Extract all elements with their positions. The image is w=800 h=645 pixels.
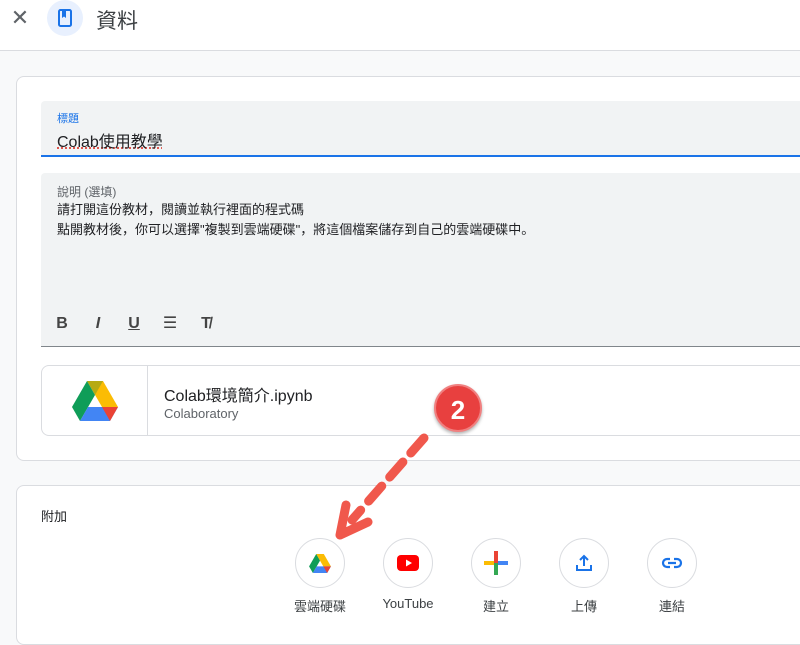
drive-icon [309, 553, 331, 573]
material-icon [47, 0, 83, 36]
youtube-button[interactable]: YouTube [373, 538, 443, 611]
create-button-label: 建立 [482, 599, 509, 614]
title-field[interactable]: 標題 Colab使用教學 [41, 101, 800, 157]
attach-label: 附加 [41, 509, 68, 524]
attachment-name[interactable]: Colab環境簡介.ipynb [164, 382, 313, 406]
clear-format-button[interactable]: T̸ [195, 313, 217, 335]
close-icon[interactable]: ✕ [8, 6, 32, 30]
upload-icon [576, 554, 592, 571]
link-button-label: 連結 [658, 599, 685, 614]
description-field[interactable]: 說明 (選填) 請打開這份教材，閱讀並執行裡面的程式碼 點開教材後，你可以選擇"… [41, 173, 800, 347]
description-line: 點開教材後，你可以選擇"複製到雲端硬碟"，將這個檔案儲存到自己的雲端硬碟中。 [57, 222, 535, 237]
header: ✕ 資料 [0, 0, 800, 51]
youtube-icon [397, 555, 419, 571]
italic-button[interactable]: I [87, 313, 109, 335]
description-line: 請打開這份教材，閱讀並執行裡面的程式碼 [57, 202, 305, 217]
title-value[interactable]: Colab使用教學 [57, 128, 163, 152]
upload-button-label: 上傳 [570, 599, 597, 614]
drive-button-label: 雲端硬碟 [293, 599, 346, 614]
upload-button[interactable]: 上傳 [549, 538, 619, 615]
bold-button[interactable]: B [51, 313, 73, 335]
attachment-type: Colaboratory [164, 406, 239, 421]
details-card: 標題 Colab使用教學 說明 (選填) 請打開這份教材，閱讀並執行裡面的程式碼… [16, 76, 800, 461]
create-button[interactable]: 建立 [461, 538, 531, 615]
step-number-badge: 2 [434, 384, 482, 432]
title-label: 標題 [57, 113, 79, 125]
description-label: 說明 (選填) [57, 185, 117, 199]
underline-button[interactable]: U [123, 313, 145, 335]
drive-icon [42, 366, 148, 435]
attachment-item[interactable]: Colab環境簡介.ipynb Colaboratory [41, 365, 800, 436]
format-toolbar: B I U ☰ T̸ [51, 313, 217, 335]
page-title: 資料 [96, 10, 138, 33]
attach-card: 附加 雲端硬碟 YouTube 建立 上傳 連結 [16, 485, 800, 645]
bulleted-list-button[interactable]: ☰ [159, 313, 181, 335]
link-icon [661, 557, 683, 569]
plus-icon [484, 551, 508, 575]
youtube-button-label: YouTube [382, 596, 434, 611]
link-button[interactable]: 連結 [637, 538, 707, 615]
drive-button[interactable]: 雲端硬碟 [285, 538, 355, 615]
